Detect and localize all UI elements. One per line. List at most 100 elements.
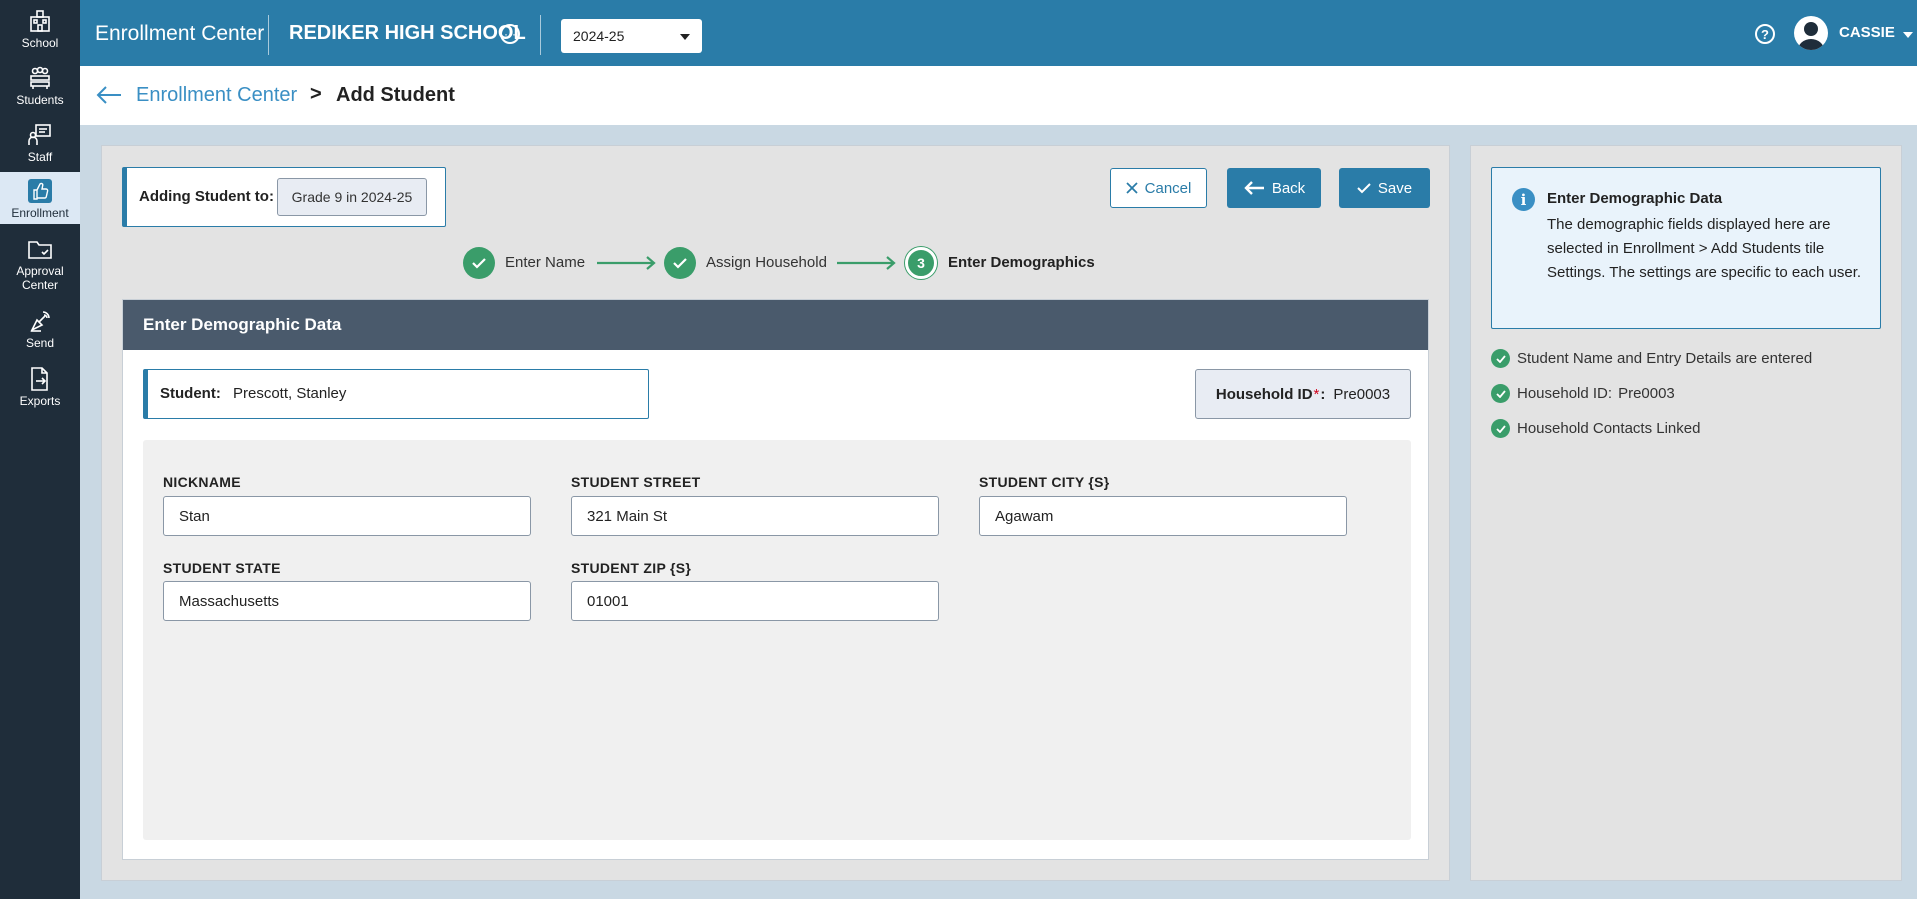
user-name[interactable]: CASSIE: [1839, 24, 1895, 41]
caret-down-icon[interactable]: [1903, 32, 1913, 38]
info-panel: i Enter Demographic Data The demographic…: [1470, 145, 1902, 881]
save-label: Save: [1377, 179, 1413, 197]
thumbs-up-icon: [28, 179, 52, 203]
school-year-select[interactable]: 2024-25: [561, 19, 702, 53]
check-icon: [472, 258, 486, 269]
top-bar: Enrollment Center REDIKER HIGH SCHOOL ··…: [80, 0, 1917, 66]
checklist-label: Household Contacts Linked: [1517, 420, 1701, 437]
breadcrumb: Enrollment Center > Add Student: [80, 66, 1917, 125]
sidebar-item-label: Send: [25, 336, 55, 350]
checklist-item: Household ID: Pre0003: [1491, 384, 1675, 403]
back-label: Back: [1271, 179, 1306, 197]
divider: [540, 15, 541, 55]
step-3-label: Enter Demographics: [948, 254, 1095, 271]
student-name: Prescott, Stanley: [233, 385, 347, 402]
arrow-left-icon: [1244, 181, 1264, 195]
checklist-label: Student Name and Entry Details are enter…: [1517, 350, 1813, 367]
student-zip-input[interactable]: [571, 581, 939, 621]
info-box: i Enter Demographic Data The demographic…: [1491, 167, 1881, 329]
check-icon: [673, 258, 687, 269]
breadcrumb-separator: >: [310, 83, 322, 105]
help-icon[interactable]: ?: [1755, 24, 1775, 44]
info-icon: i: [1512, 188, 1535, 211]
divider: [268, 15, 269, 55]
user-avatar-icon: [1798, 22, 1824, 50]
step-1-done-icon: [463, 247, 495, 279]
sidebar-item-label: Students: [16, 93, 64, 107]
checklist-label: Household ID:: [1517, 385, 1613, 402]
export-icon: [31, 367, 48, 391]
check-icon: [1357, 183, 1371, 194]
step-2-done-icon: [664, 247, 696, 279]
student-label: Student:: [160, 385, 221, 402]
save-button[interactable]: Save: [1339, 168, 1430, 208]
household-colon: :: [1320, 385, 1326, 403]
sidebar-item-students[interactable]: Students: [0, 65, 80, 115]
student-zip-label: STUDENT ZIP {S}: [571, 560, 692, 576]
sidebar-item-label: School: [21, 36, 59, 50]
required-marker: *: [1313, 385, 1320, 403]
checklist-item: Household Contacts Linked: [1491, 419, 1700, 438]
sidebar-item-approval-center[interactable]: Approval Center: [0, 236, 80, 296]
student-state-label: STUDENT STATE: [163, 560, 281, 576]
sidebar-item-staff[interactable]: Staff: [0, 122, 80, 172]
demographic-card: Enter Demographic Data Student: Prescott…: [122, 299, 1429, 860]
close-icon: [1126, 182, 1138, 194]
sidebar-item-enrollment[interactable]: Enrollment: [0, 172, 80, 224]
page-title: Add Student: [336, 84, 455, 106]
student-city-label: STUDENT CITY {S}: [979, 474, 1110, 490]
back-button[interactable]: Back: [1227, 168, 1321, 208]
checklist-item: Student Name and Entry Details are enter…: [1491, 349, 1812, 368]
household-label: Household ID: [1215, 385, 1313, 403]
check-circle-icon: [1491, 419, 1510, 438]
school-name: REDIKER HIGH SCHOOL: [289, 22, 526, 44]
step-3-current-icon: 3: [905, 247, 937, 279]
caret-down-icon: [680, 34, 690, 40]
school-icon: [30, 10, 50, 32]
sidebar-item-send[interactable]: Send: [0, 308, 80, 358]
breadcrumb-link-enrollment-center[interactable]: Enrollment Center: [136, 84, 297, 107]
card-title: Enter Demographic Data: [123, 300, 1428, 350]
adding-label: Adding Student to:: [139, 188, 274, 205]
cancel-label: Cancel: [1144, 179, 1192, 197]
info-text: The demographic fields displayed here ar…: [1547, 216, 1862, 281]
sidebar-item-exports[interactable]: Exports: [0, 366, 80, 416]
more-options-icon[interactable]: ···: [500, 24, 520, 44]
student-summary: Student: Prescott, Stanley: [143, 369, 649, 419]
nickname-input[interactable]: [163, 496, 531, 536]
sidebar-item-school[interactable]: School: [0, 8, 80, 58]
app-title: Enrollment Center: [95, 22, 265, 45]
back-arrow-icon[interactable]: [95, 84, 123, 106]
avatar[interactable]: [1794, 16, 1828, 50]
household-value: Pre0003: [1333, 385, 1391, 403]
check-circle-icon: [1491, 384, 1510, 403]
send-icon: [30, 311, 50, 332]
sidebar-item-label: Enrollment: [11, 206, 69, 220]
sidebar: School Students Staff Enrollment Approva…: [0, 0, 80, 899]
students-icon: [30, 66, 50, 89]
household-id-badge: Household ID * : Pre0003: [1195, 369, 1411, 419]
step-2-label: Assign Household: [706, 254, 827, 271]
sidebar-item-label: Staff: [27, 150, 53, 164]
demographic-fields: NICKNAME STUDENT STREET STUDENT CITY {S}…: [143, 440, 1411, 840]
student-street-label: STUDENT STREET: [571, 474, 701, 490]
grade-year-chip: Grade 9 in 2024-25: [277, 178, 427, 216]
sidebar-item-label: Approval Center: [16, 264, 64, 292]
student-street-input[interactable]: [571, 496, 939, 536]
sidebar-item-label: Exports: [19, 394, 61, 408]
checklist-value: Pre0003: [1618, 385, 1675, 402]
school-year-value: 2024-25: [573, 28, 625, 44]
check-circle-icon: [1491, 349, 1510, 368]
step-arrow-icon: [837, 256, 896, 270]
staff-icon: [28, 124, 51, 145]
adding-student-to: Adding Student to: Grade 9 in 2024-25: [122, 167, 446, 227]
folder-check-icon: [28, 241, 52, 259]
main-panel: Adding Student to: Grade 9 in 2024-25 Ca…: [101, 145, 1450, 881]
student-city-input[interactable]: [979, 496, 1347, 536]
student-state-input[interactable]: [163, 581, 531, 621]
info-title: Enter Demographic Data: [1547, 190, 1723, 207]
step-1-label: Enter Name: [505, 254, 586, 271]
nickname-label: NICKNAME: [163, 474, 241, 490]
cancel-button[interactable]: Cancel: [1110, 168, 1207, 208]
step-arrow-icon: [597, 256, 656, 270]
